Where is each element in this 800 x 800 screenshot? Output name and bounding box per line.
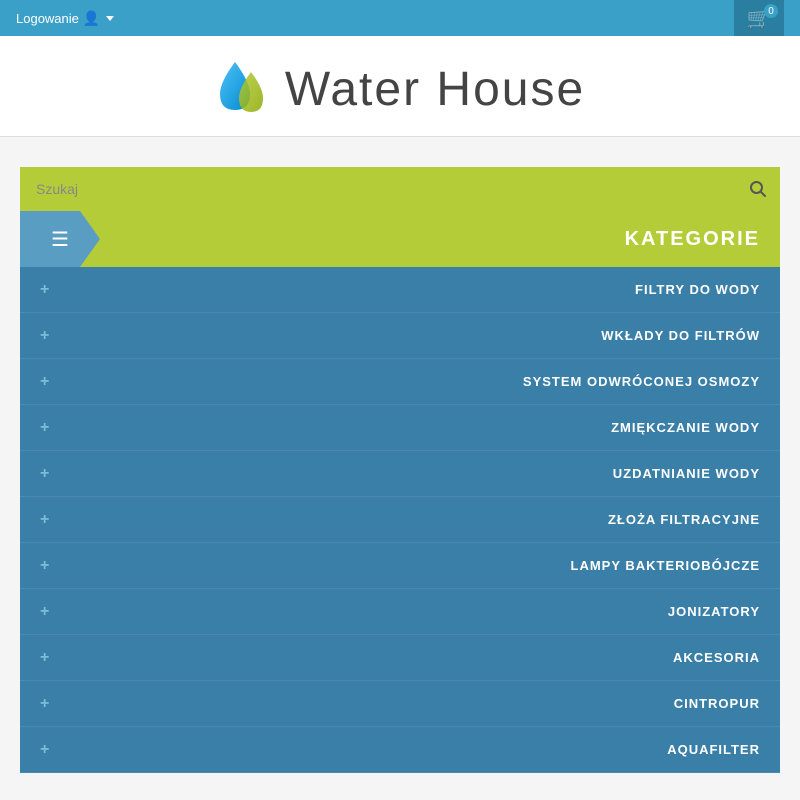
- logo-text: Water House: [285, 62, 585, 117]
- category-item[interactable]: + ZMIĘKCZANIE WODY: [20, 405, 780, 451]
- plus-icon: +: [40, 373, 49, 391]
- plus-icon: +: [40, 281, 49, 299]
- cart-button[interactable]: 🛒 0: [734, 0, 784, 36]
- category-name: UZDATNIANIE WODY: [613, 466, 760, 481]
- plus-icon: +: [40, 695, 49, 713]
- main-content: ☰ KATEGORIE + FILTRY DO WODY + WKŁADY DO FI…: [20, 167, 780, 773]
- search-bar: [20, 167, 780, 211]
- category-name: LAMPY BAKTERIOBÓJCZE: [571, 558, 761, 573]
- login-label: Logowanie: [16, 11, 79, 26]
- plus-icon: +: [40, 603, 49, 621]
- plus-icon: +: [40, 557, 49, 575]
- plus-icon: +: [40, 511, 49, 529]
- category-item[interactable]: + JONIZATORY: [20, 589, 780, 635]
- plus-icon: +: [40, 649, 49, 667]
- category-item[interactable]: + AQUAFILTER: [20, 727, 780, 773]
- top-bar: Logowanie 👤 🛒 0: [0, 0, 800, 36]
- logo-icon: [215, 54, 275, 124]
- category-item[interactable]: + SYSTEM ODWRÓCONEJ OSMOZY: [20, 359, 780, 405]
- category-item[interactable]: + UZDATNIANIE WODY: [20, 451, 780, 497]
- category-item[interactable]: + CINTROPUR: [20, 681, 780, 727]
- category-name: JONIZATORY: [668, 604, 760, 619]
- search-button[interactable]: [736, 167, 780, 211]
- category-list: + FILTRY DO WODY + WKŁADY DO FILTRÓW + SYSTEM…: [20, 267, 780, 773]
- category-name: ZMIĘKCZANIE WODY: [611, 420, 760, 435]
- category-item[interactable]: + LAMPY BAKTERIOBÓJCZE: [20, 543, 780, 589]
- categories-header: ☰ KATEGORIE: [20, 211, 780, 267]
- category-name: FILTRY DO WODY: [635, 282, 760, 297]
- header: Water House: [0, 36, 800, 137]
- logo[interactable]: Water House: [215, 54, 585, 124]
- chevron-down-icon: [106, 16, 114, 21]
- login-button[interactable]: Logowanie 👤: [16, 10, 114, 27]
- plus-icon: +: [40, 465, 49, 483]
- search-icon: [749, 180, 767, 198]
- category-item[interactable]: + ZŁOŻA FILTRACYJNE: [20, 497, 780, 543]
- plus-icon: +: [40, 327, 49, 345]
- category-item[interactable]: + AKCESORIA: [20, 635, 780, 681]
- cart-badge: 0: [764, 4, 778, 18]
- category-name: CINTROPUR: [674, 696, 760, 711]
- plus-icon: +: [40, 419, 49, 437]
- category-item[interactable]: + FILTRY DO WODY: [20, 267, 780, 313]
- category-name: WKŁADY DO FILTRÓW: [601, 328, 760, 343]
- category-name: AKCESORIA: [673, 650, 760, 665]
- hamburger-icon: ☰: [51, 227, 69, 252]
- category-name: ZŁOŻA FILTRACYJNE: [608, 512, 760, 527]
- category-name: AQUAFILTER: [667, 742, 760, 757]
- category-name: SYSTEM ODWRÓCONEJ OSMOZY: [523, 374, 760, 389]
- search-input[interactable]: [20, 167, 736, 211]
- menu-button[interactable]: ☰: [20, 211, 100, 267]
- plus-icon: +: [40, 741, 49, 759]
- person-icon: 👤: [83, 10, 100, 27]
- category-item[interactable]: + WKŁADY DO FILTRÓW: [20, 313, 780, 359]
- categories-title: KATEGORIE: [100, 228, 780, 251]
